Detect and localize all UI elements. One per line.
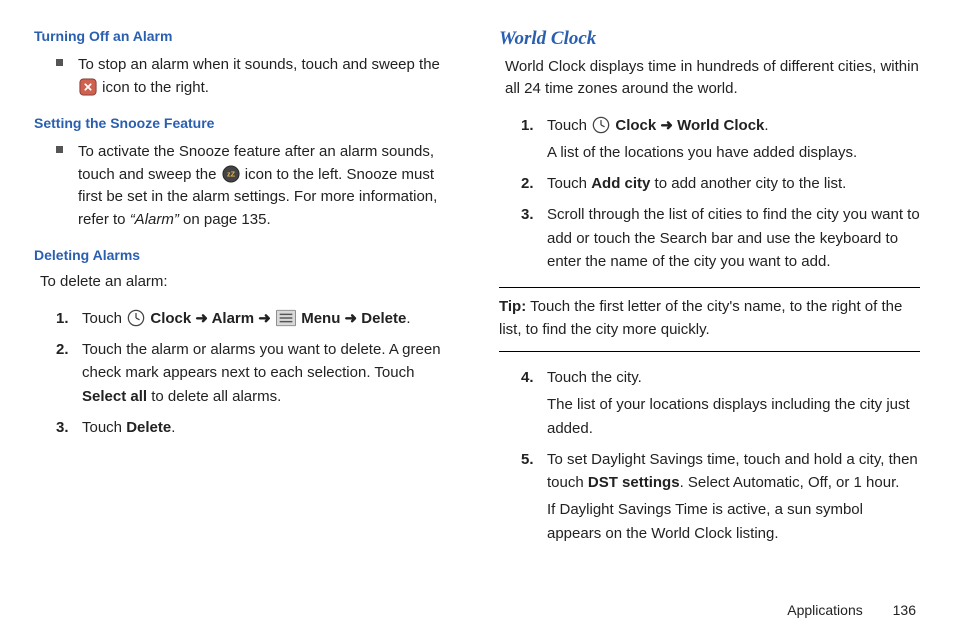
label-select-all: Select all <box>82 388 147 405</box>
text: Touch the city. <box>547 369 642 386</box>
text: to add another city to the list. <box>650 175 846 192</box>
right-column: World Clock World Clock displays time in… <box>477 28 920 618</box>
label-clock: Clock <box>615 117 656 134</box>
text: to delete all alarms. <box>147 388 281 405</box>
text: Touch <box>547 117 591 134</box>
label-alarm: Alarm <box>212 310 255 327</box>
step-3: Scroll through the list of cities to fin… <box>521 199 920 277</box>
text: . Select Automatic, Off, or 1 hour. <box>680 474 900 491</box>
tip-box: Tip: Touch the first letter of the city'… <box>499 287 920 352</box>
menu-icon <box>276 309 296 327</box>
step-4: Touch the city. The list of your locatio… <box>521 362 920 444</box>
world-clock-intro: World Clock displays time in hundreds of… <box>505 56 920 100</box>
cross-ref: “Alarm” <box>130 211 179 228</box>
label-delete: Delete <box>126 419 171 436</box>
step-4-sub: The list of your locations displays incl… <box>547 393 920 440</box>
label-menu: Menu <box>301 310 340 327</box>
tip-label: Tip: <box>499 298 526 315</box>
label-clock: Clock <box>150 310 191 327</box>
bullet-turn-off: To stop an alarm when it sounds, touch a… <box>56 52 455 101</box>
step-5: To set Daylight Savings time, touch and … <box>521 444 920 549</box>
text: icon to the right. <box>102 79 209 96</box>
text: . <box>764 117 768 134</box>
footer-section: Applications <box>787 602 863 618</box>
label-add-city: Add city <box>591 175 650 192</box>
page-number: 136 <box>893 602 916 618</box>
clock-icon <box>127 309 145 327</box>
label-world-clock: World Clock <box>677 117 764 134</box>
step-1: Touch Clock ➜ Alarm ➜ Menu ➜ <box>56 303 455 334</box>
text: on page 135. <box>179 211 271 228</box>
text: Touch the alarm or alarms you want to de… <box>82 341 441 381</box>
delete-steps: Touch Clock ➜ Alarm ➜ Menu ➜ <box>34 303 455 443</box>
arrow: ➜ <box>340 310 361 327</box>
step-2: Touch the alarm or alarms you want to de… <box>56 334 455 412</box>
world-clock-steps-1: Touch Clock ➜ World Clock. A list of the… <box>499 110 920 278</box>
arrow: ➜ <box>191 310 211 327</box>
heading-snooze: Setting the Snooze Feature <box>34 115 455 131</box>
page-footer: Applications 136 <box>787 602 916 618</box>
bullet-list-snooze: To activate the Snooze feature after an … <box>34 139 455 233</box>
heading-deleting-alarms: Deleting Alarms <box>34 247 455 263</box>
step-2: Touch Add city to add another city to th… <box>521 168 920 199</box>
text: Touch <box>547 175 591 192</box>
text: . <box>171 419 175 436</box>
text: Scroll through the list of cities to fin… <box>547 206 920 270</box>
arrow: ➜ <box>254 310 275 327</box>
arrow: ➜ <box>656 117 677 134</box>
text: . <box>406 310 410 327</box>
text: Touch <box>82 310 126 327</box>
text: Touch <box>82 419 126 436</box>
step-1: Touch Clock ➜ World Clock. A list of the… <box>521 110 920 169</box>
step-5-sub: If Daylight Savings Time is active, a su… <box>547 498 920 545</box>
clock-icon <box>592 116 610 134</box>
label-dst-settings: DST settings <box>588 474 680 491</box>
svg-text:zZ: zZ <box>227 169 236 178</box>
step-3: Touch Delete. <box>56 412 455 443</box>
delete-intro: To delete an alarm: <box>40 271 455 293</box>
tip-text: Touch the first letter of the city's nam… <box>499 298 902 338</box>
heading-world-clock: World Clock <box>499 28 920 50</box>
bullet-snooze: To activate the Snooze feature after an … <box>56 139 455 233</box>
manual-page: Turning Off an Alarm To stop an alarm wh… <box>0 0 954 636</box>
step-1-sub: A list of the locations you have added d… <box>547 141 920 164</box>
left-column: Turning Off an Alarm To stop an alarm wh… <box>34 28 477 618</box>
world-clock-steps-2: Touch the city. The list of your locatio… <box>499 362 920 549</box>
label-delete: Delete <box>361 310 406 327</box>
snooze-icon: zZ <box>222 165 240 183</box>
stop-alarm-icon <box>79 78 97 96</box>
bullet-list-turn-off: To stop an alarm when it sounds, touch a… <box>34 52 455 101</box>
heading-turning-off-alarm: Turning Off an Alarm <box>34 28 455 44</box>
text: To stop an alarm when it sounds, touch a… <box>78 56 440 73</box>
